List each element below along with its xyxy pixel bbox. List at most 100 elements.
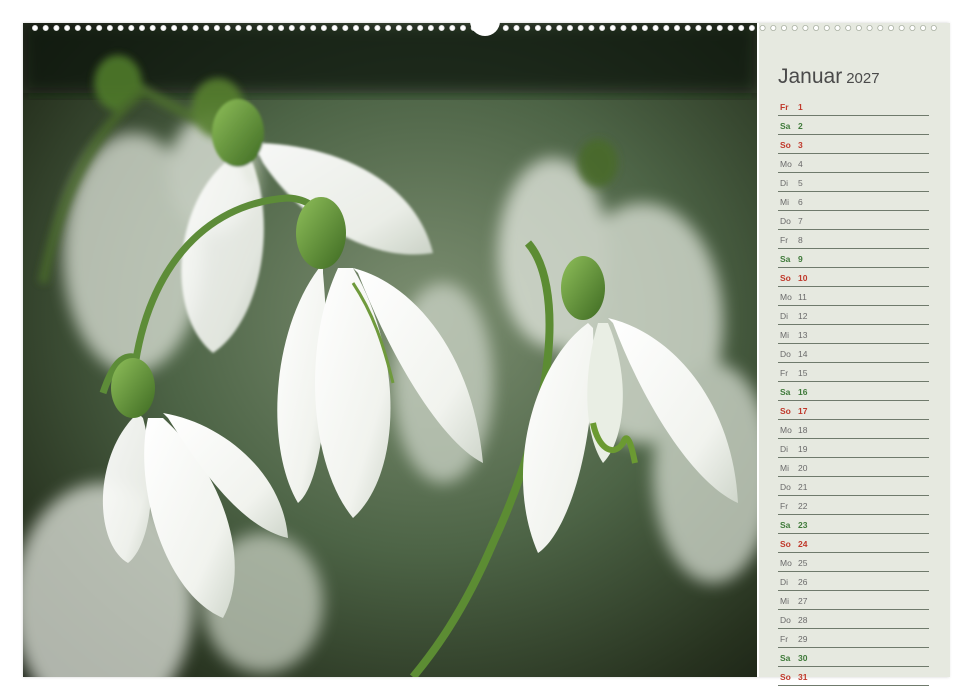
binding-hole <box>53 25 60 31</box>
month-name: Januar <box>778 65 843 88</box>
binding-hole <box>64 25 71 31</box>
day-row: Di 5 <box>778 174 929 192</box>
binding-hole <box>149 25 156 31</box>
binding-hole <box>716 25 723 31</box>
day-row: So 3 <box>778 136 929 154</box>
binding-hole <box>588 25 595 31</box>
binding-hole <box>641 25 648 31</box>
binding-hole <box>331 25 338 31</box>
weekday-label: Do <box>780 349 791 359</box>
binding-hole <box>577 25 584 31</box>
day-number: 2 <box>798 121 803 131</box>
binding-hole <box>791 25 798 31</box>
binding-hole <box>834 25 841 31</box>
binding-hole <box>213 25 220 31</box>
day-number: 23 <box>798 520 808 530</box>
day-row: Sa 16 <box>778 383 929 401</box>
snowdrop-flowers-icon <box>23 23 757 677</box>
day-row: Mi 27 <box>778 592 929 610</box>
binding-hole <box>877 25 884 31</box>
binding-hole <box>320 25 327 31</box>
binding-hole <box>385 25 392 31</box>
weekday-label: Sa <box>780 387 791 397</box>
day-number: 17 <box>798 406 808 416</box>
day-number: 11 <box>798 292 807 302</box>
weekday-label: So <box>780 273 791 283</box>
binding-hole <box>160 25 167 31</box>
binding-hole <box>909 25 916 31</box>
binding-hole <box>695 25 702 31</box>
binding-hole <box>42 25 49 31</box>
binding-hole <box>866 25 873 31</box>
day-row: Fr 1 <box>778 98 929 116</box>
binding-hole <box>224 25 231 31</box>
binding-hole <box>556 25 563 31</box>
binding-hole <box>342 25 349 31</box>
weekday-label: Fr <box>780 501 789 511</box>
day-row: So 17 <box>778 402 929 420</box>
day-row: Sa 9 <box>778 250 929 268</box>
day-row: Di 26 <box>778 573 929 591</box>
weekday-label: So <box>780 672 791 682</box>
day-number: 29 <box>798 634 808 644</box>
weekday-label: Mo <box>780 425 792 435</box>
binding-hole <box>920 25 927 31</box>
weekday-label: So <box>780 140 791 150</box>
month-title: Januar 2027 <box>778 65 880 89</box>
weekday-label: Di <box>780 444 789 454</box>
binding-hole <box>524 25 531 31</box>
binding-hole <box>395 25 402 31</box>
day-number: 22 <box>798 501 808 511</box>
binding-hole <box>128 25 135 31</box>
weekday-label: Sa <box>780 121 791 131</box>
weekday-label: So <box>780 406 791 416</box>
binding-hole <box>438 25 445 31</box>
weekday-label: Sa <box>780 254 791 264</box>
day-number: 31 <box>798 672 808 682</box>
weekday-label: Mi <box>780 596 789 606</box>
day-row: Fr 8 <box>778 231 929 249</box>
binding-hole <box>513 25 520 31</box>
day-row: Mo 4 <box>778 155 929 173</box>
day-row: So 31 <box>778 668 929 686</box>
binding-hole <box>652 25 659 31</box>
binding-hole <box>117 25 124 31</box>
binding-hole <box>802 25 809 31</box>
day-number: 24 <box>798 539 808 549</box>
binding-hole <box>748 25 755 31</box>
day-number: 30 <box>798 653 808 663</box>
binding-hole <box>898 25 905 31</box>
day-number: 5 <box>798 178 803 188</box>
binding-hole <box>139 25 146 31</box>
day-row: Fr 29 <box>778 630 929 648</box>
day-row: Mo 11 <box>778 288 929 306</box>
binding-hole <box>609 25 616 31</box>
binding-hole <box>256 25 263 31</box>
weekday-label: Mo <box>780 558 792 568</box>
day-number: 15 <box>798 368 808 378</box>
weekday-label: Mi <box>780 463 789 473</box>
binding-hole <box>459 25 466 31</box>
binding-hole <box>706 25 713 31</box>
day-row: Fr 22 <box>778 497 929 515</box>
binding-hole <box>96 25 103 31</box>
binding-hole <box>620 25 627 31</box>
day-row: So 24 <box>778 535 929 553</box>
day-number: 13 <box>798 330 808 340</box>
year-number: 2027 <box>846 70 880 87</box>
day-row: So 10 <box>778 269 929 287</box>
snowdrop-photo <box>23 23 757 677</box>
day-number: 3 <box>798 140 803 150</box>
binding-hole <box>427 25 434 31</box>
weekday-label: Mo <box>780 159 792 169</box>
binding-hole <box>106 25 113 31</box>
weekday-label: Fr <box>780 368 789 378</box>
binding-hole <box>235 25 242 31</box>
binding-hole <box>406 25 413 31</box>
weekday-label: Do <box>780 216 791 226</box>
binding-hole <box>31 25 38 31</box>
binding-hole <box>663 25 670 31</box>
binding-hole <box>684 25 691 31</box>
day-number: 28 <box>798 615 808 625</box>
day-number: 7 <box>798 216 803 226</box>
